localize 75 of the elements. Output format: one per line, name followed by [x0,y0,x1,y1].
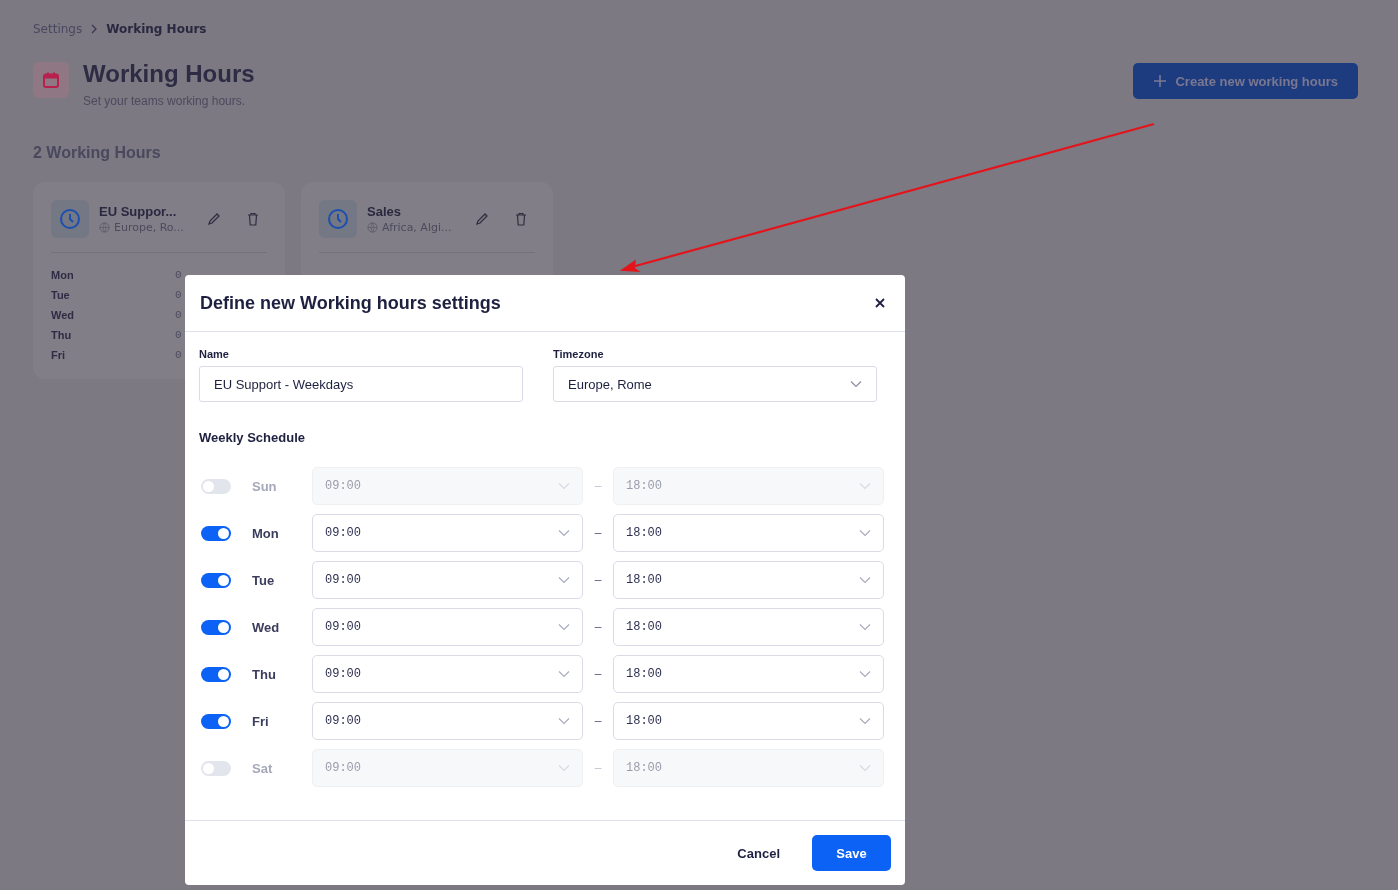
range-separator: – [593,620,603,634]
chevron-down-icon [558,670,570,678]
toggle-switch[interactable] [201,666,231,682]
cancel-button[interactable]: Cancel [717,835,800,871]
globe-icon [367,222,378,233]
time-dropdown[interactable]: 18:00 [613,514,884,552]
toggle-switch[interactable] [201,713,231,729]
chevron-down-icon [558,482,570,490]
toggle-switch[interactable] [201,572,231,588]
time-dropdown[interactable]: 09:00 [312,514,583,552]
edit-icon[interactable] [475,212,489,226]
range-separator: – [593,526,603,540]
dialog-title: Define new Working hours settings [200,292,501,314]
breadcrumb-item: Working Hours [106,22,207,36]
day-label: Mon [51,269,75,281]
chevron-down-icon [859,764,871,772]
day-label: Sat [252,760,274,776]
day-label: Fri [51,349,67,361]
delete-icon[interactable] [515,212,527,226]
page-title: Working Hours [83,60,255,88]
toggle-switch[interactable] [201,619,231,635]
day-label: Wed [51,309,76,321]
day-label: Tue [252,572,276,588]
field-label: Timezone [553,348,605,360]
chevron-down-icon [850,380,862,388]
close-icon[interactable] [875,298,885,308]
chevron-down-icon [558,623,570,631]
range-separator: – [593,479,603,493]
card-title: EU Suppor... [99,204,178,219]
time-dropdown[interactable]: 09:00 [312,655,583,693]
time-dropdown[interactable]: 18:00 [613,655,884,693]
timezone-dropdown[interactable]: Europe, Rome [553,366,877,402]
chevron-down-icon [558,529,570,537]
chevron-down-icon [558,576,570,584]
day-label: Mon [252,525,280,541]
clock-icon [51,200,89,238]
plus-icon [1153,74,1168,88]
day-label: Thu [51,329,73,341]
chevron-down-icon [859,670,871,678]
card-title: Sales [367,204,402,219]
edit-icon[interactable] [207,212,221,226]
time-dropdown[interactable]: 09:00 [312,561,583,599]
calendar-icon [33,62,69,98]
chevron-down-icon [859,717,871,725]
day-label: Wed [252,619,281,635]
range-separator: – [593,714,603,728]
time-dropdown[interactable]: 09:00 [312,608,583,646]
toggle-switch[interactable] [201,760,231,776]
chevron-down-icon [558,764,570,772]
day-label: Thu [252,666,277,682]
range-separator: – [593,573,603,587]
name-field[interactable]: EU Support - Weekdays [199,366,523,402]
toggle-switch[interactable] [201,525,231,541]
day-label: Fri [252,713,270,729]
range-separator: – [593,667,603,681]
range-separator: – [593,761,603,775]
delete-icon[interactable] [247,212,259,226]
section-heading: Weekly Schedule [199,430,306,445]
day-label: Tue [51,289,71,301]
time-dropdown[interactable]: 09:00 [312,702,583,740]
field-label: Name [199,348,230,360]
chevron-down-icon [859,482,871,490]
chevron-down-icon [859,576,871,584]
time-dropdown[interactable]: 18:00 [613,702,884,740]
clock-icon [319,200,357,238]
chevron-right-icon [90,24,99,34]
time-dropdown[interactable]: 18:00 [613,561,884,599]
chevron-down-icon [558,717,570,725]
time-dropdown[interactable]: 18:00 [613,608,884,646]
globe-icon [99,222,110,233]
day-label: Sun [252,478,278,494]
chevron-down-icon [859,529,871,537]
chevron-down-icon [859,623,871,631]
save-button[interactable]: Save [812,835,891,871]
toggle-switch[interactable] [201,478,231,494]
